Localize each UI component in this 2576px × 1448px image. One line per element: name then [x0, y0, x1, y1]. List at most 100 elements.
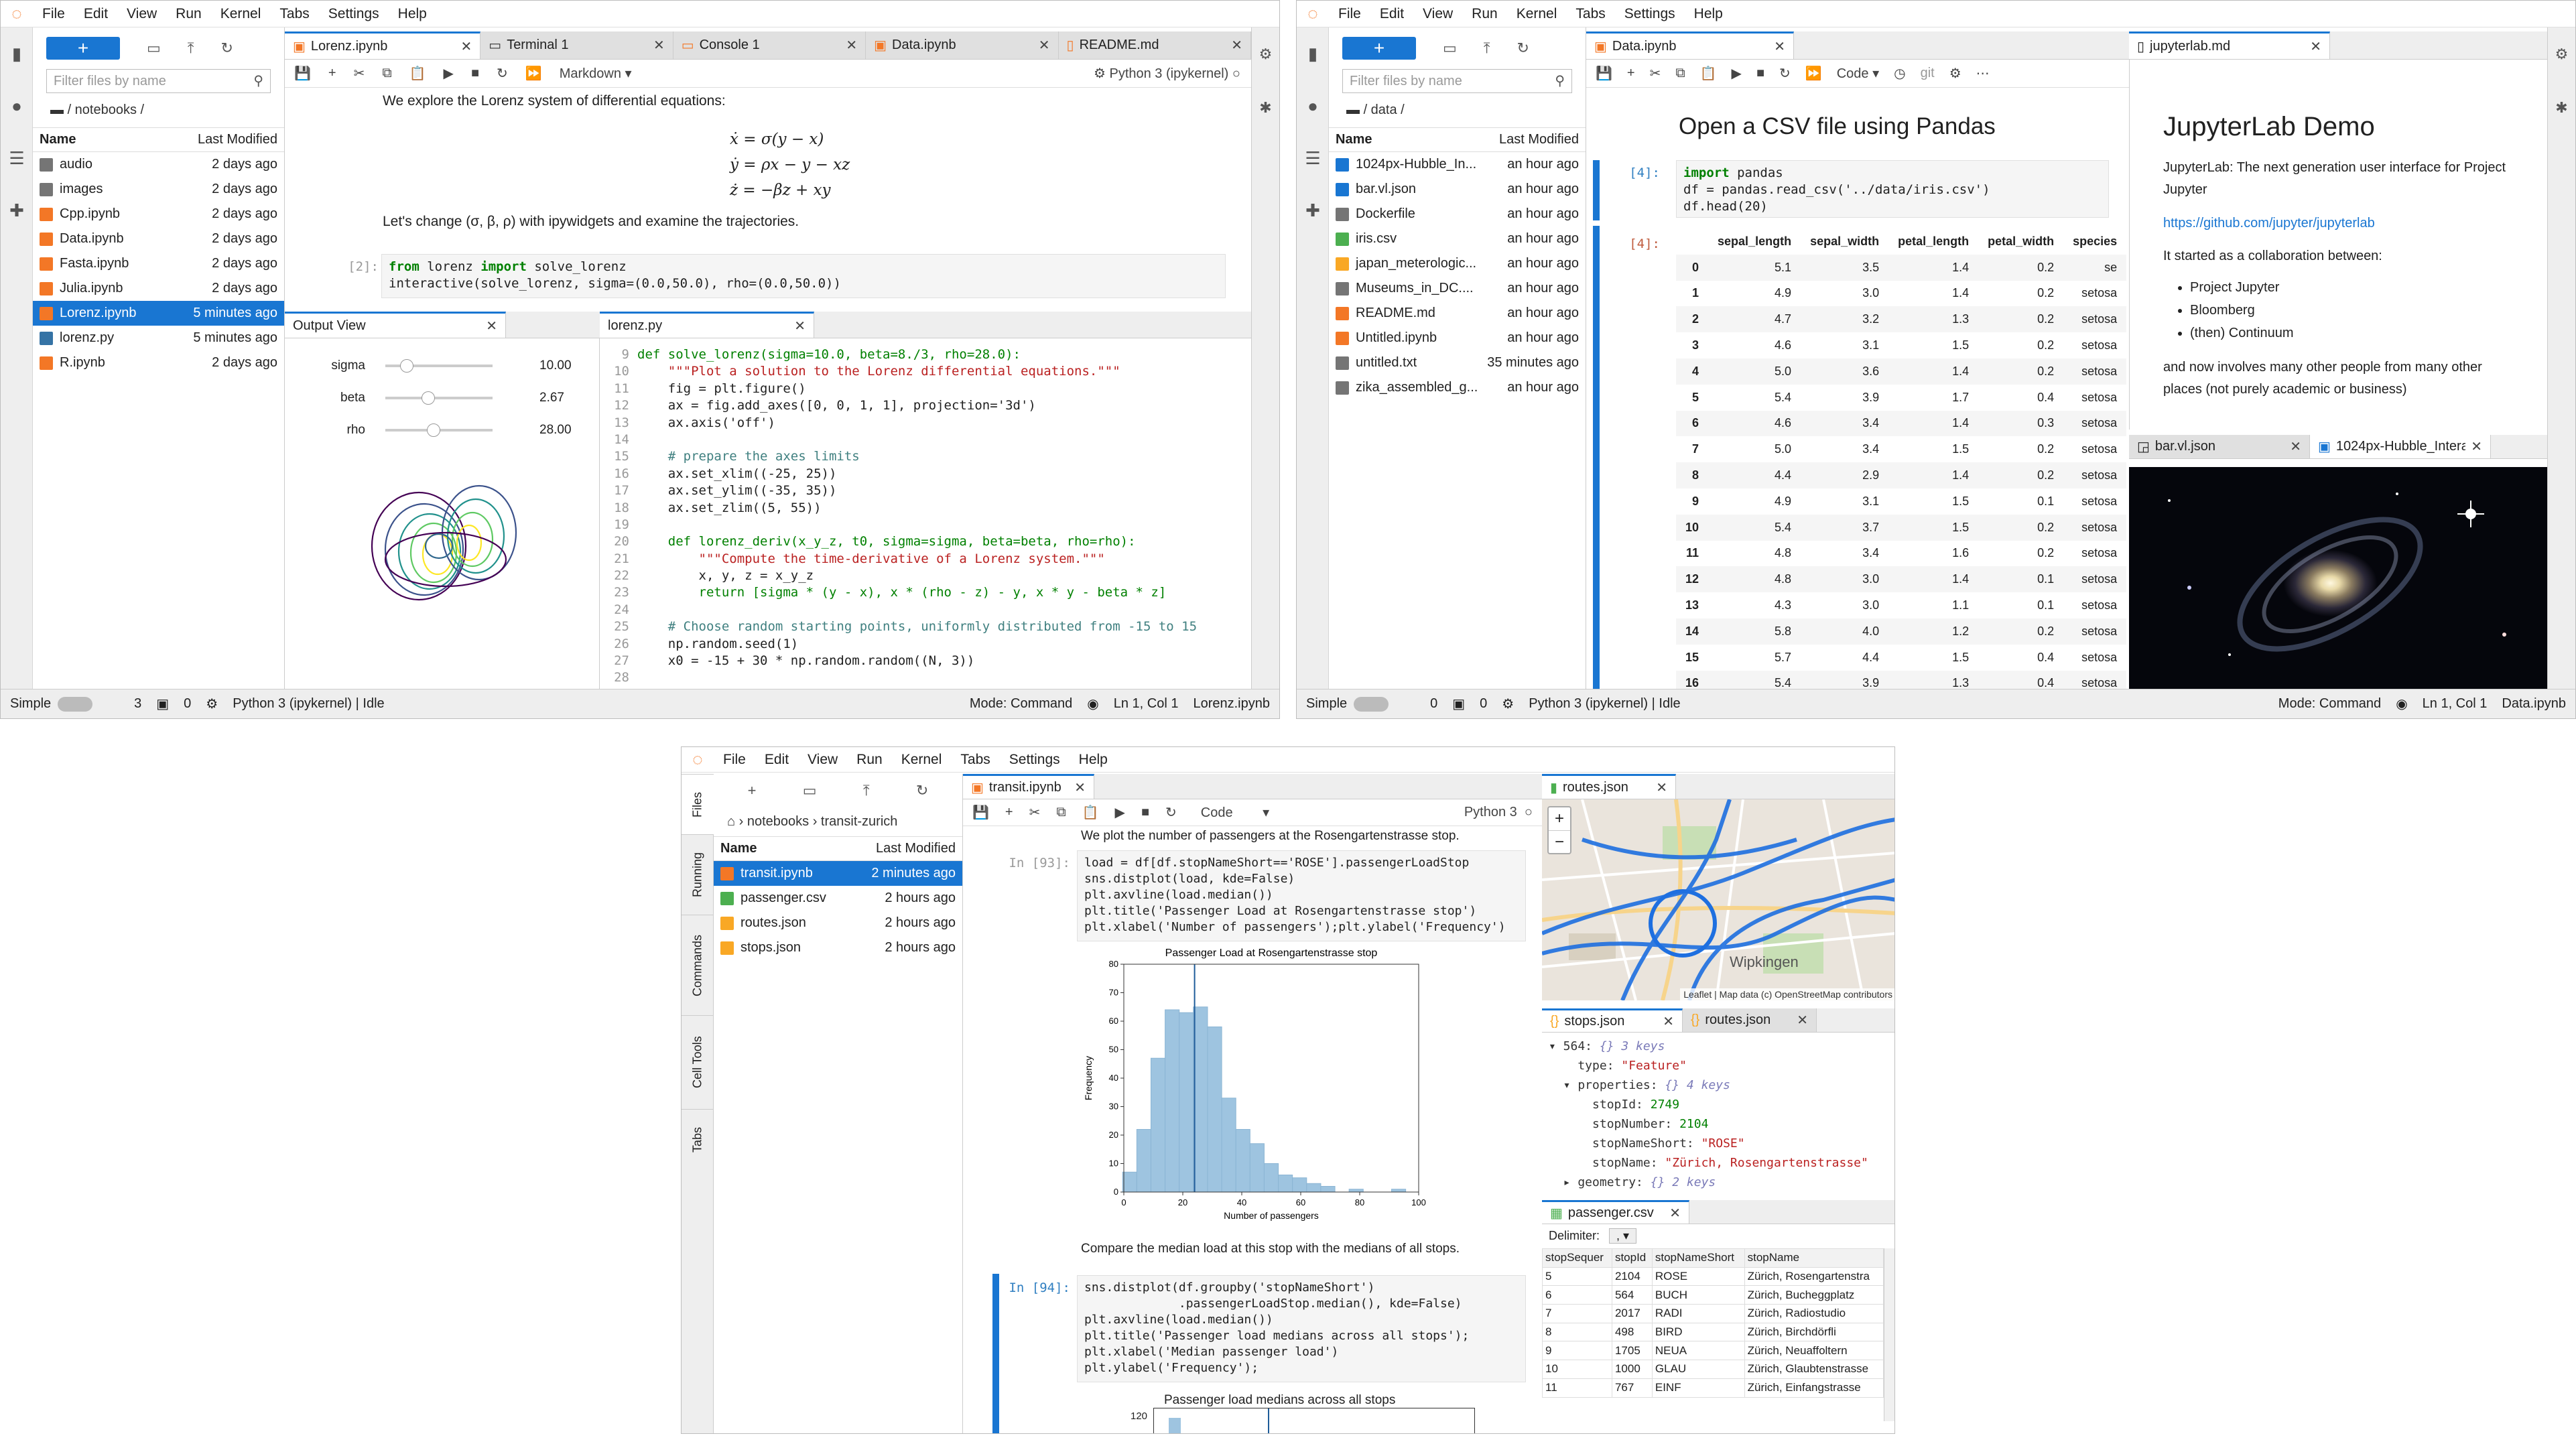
breadcrumb[interactable]: ⌂ › notebooks › transit-zurich — [714, 807, 962, 836]
csv-cell[interactable]: RADI — [1651, 1304, 1745, 1323]
upload-icon[interactable]: ⤒ — [188, 40, 194, 57]
slider-handle[interactable] — [427, 423, 440, 437]
save-icon[interactable]: 💾 — [1596, 65, 1612, 82]
cut-icon[interactable]: ✂ — [1029, 804, 1041, 821]
menu-kernel[interactable]: Kernel — [1507, 6, 1567, 22]
file-row[interactable]: Dockerfile an hour ago — [1329, 202, 1586, 226]
csv-col-header[interactable]: stopName — [1744, 1248, 1884, 1268]
close-icon[interactable]: ✕ — [1656, 779, 1667, 796]
json-viewer[interactable]: ▾ 564: {} 3 keys type: "Feature" ▾ prope… — [1549, 1037, 1894, 1193]
csv-cell[interactable]: Zürich, Radiostudio — [1744, 1304, 1884, 1323]
cell2-code[interactable]: from lorenz import solve_lorenz interact… — [381, 254, 1226, 298]
copy-icon[interactable]: ⧉ — [1056, 805, 1066, 820]
col-modified[interactable]: Last Modified — [876, 841, 956, 856]
json-row[interactable]: stopNameShort: "ROSE" — [1549, 1134, 1894, 1153]
tab-hubble-image[interactable]: ▣ 1024px-Hubble_Interac ✕ — [2310, 435, 2491, 458]
csv-grid[interactable]: stopSequer stopId stopNameShort stopName 5 21… — [1542, 1248, 1884, 1421]
save-icon[interactable]: 💾 — [972, 804, 989, 821]
new-launcher-button[interactable]: + — [1342, 37, 1416, 60]
menu-settings[interactable]: Settings — [1615, 6, 1685, 22]
side-tab-cell-tools[interactable]: Cell Tools — [682, 1015, 714, 1109]
code-cell[interactable]: import pandas df = pandas.read_csv('../d… — [1676, 160, 2109, 218]
file-row[interactable]: japan_meterologic... an hour ago — [1329, 251, 1586, 276]
refresh-icon[interactable]: ↻ — [916, 782, 928, 799]
kernels-count[interactable]: 0 — [1480, 696, 1487, 712]
close-icon[interactable]: ✕ — [2310, 38, 2321, 55]
file-row[interactable]: passenger.csv 2 hours ago — [714, 886, 962, 911]
menu-tabs[interactable]: Tabs — [1566, 6, 1614, 22]
menu-view[interactable]: View — [798, 752, 847, 768]
menu-tabs[interactable]: Tabs — [951, 752, 999, 768]
side-tab-files[interactable]: Files — [682, 774, 714, 834]
side-tab-running[interactable]: Running — [682, 834, 714, 915]
json-row[interactable]: stopId: 2749 — [1549, 1095, 1894, 1114]
file-row[interactable]: lorenz.py 5 minutes ago — [33, 326, 284, 350]
cell-type-select[interactable]: Markdown ▾ — [560, 65, 632, 82]
file-row[interactable]: bar.vl.json an hour ago — [1329, 177, 1586, 202]
menu-run[interactable]: Run — [847, 752, 892, 768]
csv-cell[interactable]: EINF — [1651, 1378, 1745, 1398]
csv-col-header[interactable]: stopId — [1611, 1248, 1653, 1268]
delimiter-select[interactable]: , ▾ — [1609, 1228, 1637, 1244]
col-name[interactable]: Name — [1336, 132, 1372, 147]
file-row[interactable]: Museums_in_DC.... an hour ago — [1329, 276, 1586, 301]
menu-settings[interactable]: Settings — [319, 6, 389, 22]
file-row[interactable]: zika_assembled_g... an hour ago — [1329, 375, 1586, 400]
history-icon[interactable]: ◷ — [1894, 65, 1905, 82]
restart-icon[interactable]: ↻ — [1779, 65, 1791, 82]
copy-icon[interactable]: ⧉ — [382, 66, 391, 81]
file-row[interactable]: transit.ipynb 2 minutes ago — [714, 861, 962, 886]
kernel-indicator[interactable]: Python 3 ○ — [1464, 805, 1533, 820]
close-icon[interactable]: ✕ — [461, 38, 472, 55]
property-inspector-icon[interactable]: ⚙ — [1252, 27, 1279, 81]
tab-2[interactable]: ▭ Console 1 ✕ — [673, 31, 866, 59]
bug-icon[interactable]: ⚙ — [1949, 65, 1961, 82]
folder-icon[interactable]: ▮ — [1, 27, 33, 80]
menu-file[interactable]: File — [1329, 6, 1370, 22]
csv-cell[interactable]: 2104 — [1611, 1266, 1653, 1287]
upload-icon[interactable]: ⤒ — [1484, 40, 1490, 57]
close-icon[interactable]: ✕ — [1074, 779, 1086, 796]
slider-track[interactable] — [385, 423, 493, 437]
json-row[interactable]: ▾ 564: {} 3 keys — [1549, 1037, 1894, 1056]
tab-lorenz-py[interactable]: lorenz.py ✕ — [600, 312, 814, 338]
tab-jupyterlab-md[interactable]: ▯ jupyterlab.md ✕ — [2129, 31, 2330, 59]
close-icon[interactable]: ✕ — [1774, 38, 1785, 55]
stop-icon[interactable]: ■ — [471, 66, 479, 81]
debugger-icon[interactable]: ✱ — [1252, 81, 1279, 135]
csv-cell[interactable]: 564 — [1611, 1285, 1653, 1305]
csv-cell[interactable]: 11 — [1542, 1378, 1612, 1398]
upload-icon[interactable]: ⤒ — [863, 782, 870, 799]
menu-run[interactable]: Run — [1462, 6, 1507, 22]
restart-icon[interactable]: ↻ — [497, 65, 508, 82]
file-row[interactable]: images 2 days ago — [33, 177, 284, 202]
csv-col-header[interactable]: stopSequer — [1542, 1248, 1612, 1268]
run-icon[interactable]: ▶ — [1732, 65, 1742, 82]
file-row[interactable]: Untitled.ipynb an hour ago — [1329, 326, 1586, 350]
kernel-status[interactable]: Python 3 (ipykernel) | Idle — [233, 696, 384, 712]
close-icon[interactable]: ✕ — [1231, 37, 1242, 54]
add-cell-icon[interactable]: + — [1627, 66, 1635, 81]
refresh-icon[interactable]: ↻ — [221, 40, 233, 57]
simple-mode-toggle[interactable] — [58, 696, 93, 712]
breadcrumb[interactable]: ▬ / data / — [1329, 93, 1586, 127]
property-inspector-icon[interactable]: ⚙ — [2548, 27, 2575, 81]
csv-cell[interactable]: NEUA — [1651, 1341, 1745, 1361]
extension-icon[interactable]: ✚ — [1297, 184, 1329, 237]
filter-input[interactable]: Filter files by name ⚲ — [1342, 69, 1572, 93]
stop-icon[interactable]: ■ — [1756, 66, 1764, 81]
simple-mode-toggle[interactable] — [1354, 696, 1389, 712]
menu-edit[interactable]: Edit — [755, 752, 798, 768]
extension-icon[interactable]: ✚ — [1, 184, 33, 237]
tab-4[interactable]: ▯ README.md ✕ — [1058, 31, 1251, 59]
csv-cell[interactable]: Zürich, Glaubtenstrasse — [1744, 1360, 1884, 1379]
close-icon[interactable]: ✕ — [1669, 1205, 1681, 1222]
file-row[interactable]: 1024px-Hubble_In... an hour ago — [1329, 152, 1586, 177]
add-cell-icon[interactable]: + — [1005, 805, 1013, 820]
close-icon[interactable]: ✕ — [486, 318, 497, 334]
tab-bar-vl-json[interactable]: ◲ bar.vl.json ✕ — [2129, 435, 2310, 458]
cut-icon[interactable]: ✂ — [1650, 65, 1661, 82]
csv-cell[interactable]: 8 — [1542, 1322, 1612, 1342]
json-row[interactable]: stopName: "Zürich, Rosengartenstrasse" — [1549, 1153, 1894, 1173]
paste-icon[interactable]: 📋 — [1700, 65, 1717, 82]
